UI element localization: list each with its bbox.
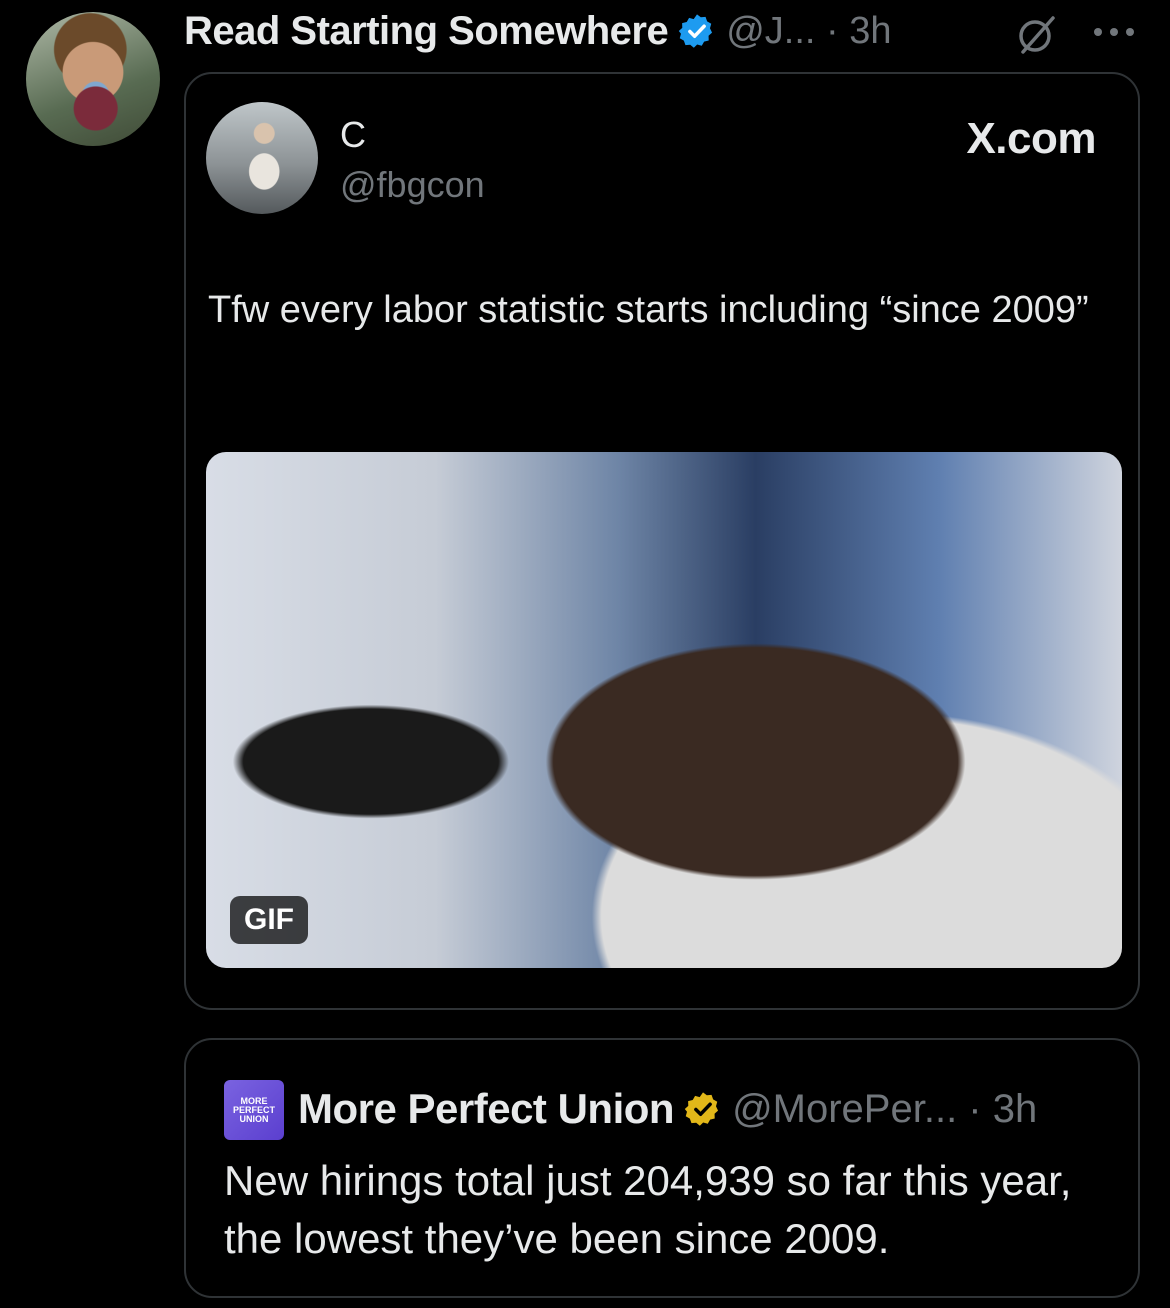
grok-icon[interactable] [1015, 12, 1059, 56]
embedded-post-card[interactable]: C @fbgcon X.com Tfw every labor statisti… [184, 72, 1140, 1010]
gif-media[interactable]: GIF [206, 452, 1122, 968]
verified-gold-badge-icon [684, 1092, 719, 1126]
quoted-author-handle-time[interactable]: @MorePer... · 3h [732, 1087, 1037, 1132]
quoted-post-text: New hirings total just 204,939 so far th… [224, 1157, 1072, 1262]
quoted-author-name[interactable]: More Perfect Union [298, 1085, 675, 1133]
embedded-author-name[interactable]: C [340, 114, 366, 156]
embedded-post-text: Tfw every labor statistic starts includi… [208, 289, 1089, 331]
logo-line-3: UNION [239, 1113, 269, 1124]
author-display-name[interactable]: Read Starting Somewhere [184, 9, 669, 54]
verified-badge-icon [678, 14, 713, 48]
quoted-post-header: More Perfect Union @MorePer... · 3h [298, 1076, 1037, 1142]
embedded-author-handle[interactable]: @fbgcon [340, 164, 485, 206]
tweet-header: Read Starting Somewhere @J... · 3h [184, 0, 891, 62]
more-options-icon[interactable] [1090, 22, 1138, 42]
gif-badge: GIF [230, 896, 308, 944]
author-handle-time[interactable]: @J... · 3h [726, 10, 891, 53]
author-avatar[interactable] [26, 12, 160, 146]
embedded-author-avatar[interactable] [206, 102, 318, 214]
source-label: X.com [966, 114, 1096, 163]
more-perfect-union-logo[interactable]: MORE PERFECT UNION [224, 1080, 284, 1140]
quoted-post[interactable]: MORE PERFECT UNION More Perfect Union @M… [184, 1038, 1140, 1298]
